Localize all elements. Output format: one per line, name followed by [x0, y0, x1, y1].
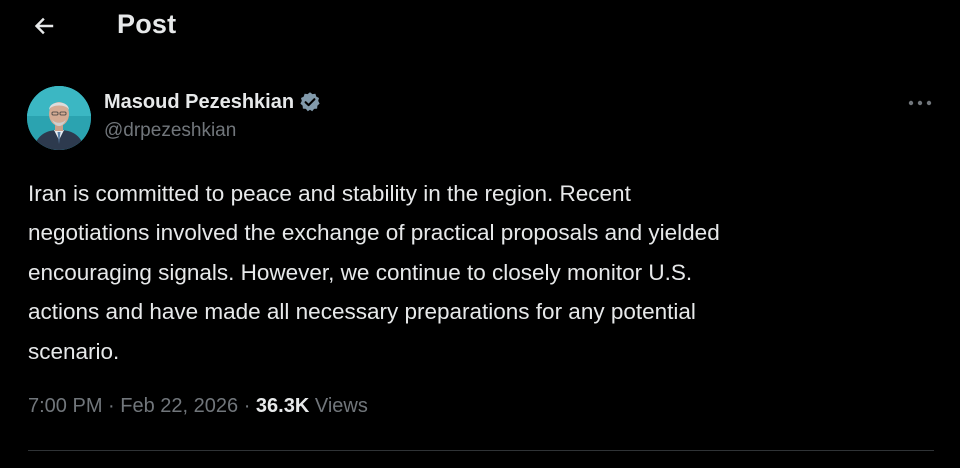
post-date[interactable]: Feb 22, 2026	[120, 395, 238, 417]
meta-separator: ·	[102, 395, 121, 417]
avatar[interactable]	[27, 86, 91, 150]
views-count: 36.3K	[255, 395, 310, 417]
views-label: Views	[309, 395, 368, 417]
arrow-left-icon	[34, 17, 54, 35]
author-name-row: Masoud Pezeshkian	[104, 88, 321, 116]
page-title: Post	[117, 9, 177, 39]
post-author: Masoud Pezeshkian @drpezeshkian	[104, 88, 321, 142]
author-handle[interactable]: @drpezeshkian	[104, 120, 321, 142]
post-text: Iran is committed to peace and stability…	[28, 181, 720, 364]
divider	[28, 450, 934, 451]
back-button[interactable]	[28, 10, 60, 42]
post-time[interactable]: 7:00 PM	[28, 395, 102, 417]
profile-photo	[27, 86, 91, 150]
verified-badge-icon[interactable]	[299, 91, 321, 113]
meta-separator: ·	[238, 395, 256, 417]
post-metadata: 7:00 PM · Feb 22, 2026 · 36.3K Views	[28, 395, 368, 418]
more-options-button[interactable]	[900, 88, 940, 118]
author-display-name[interactable]: Masoud Pezeshkian	[104, 91, 294, 114]
more-horizontal-icon	[908, 100, 932, 106]
top-bar: Post	[0, 0, 960, 52]
